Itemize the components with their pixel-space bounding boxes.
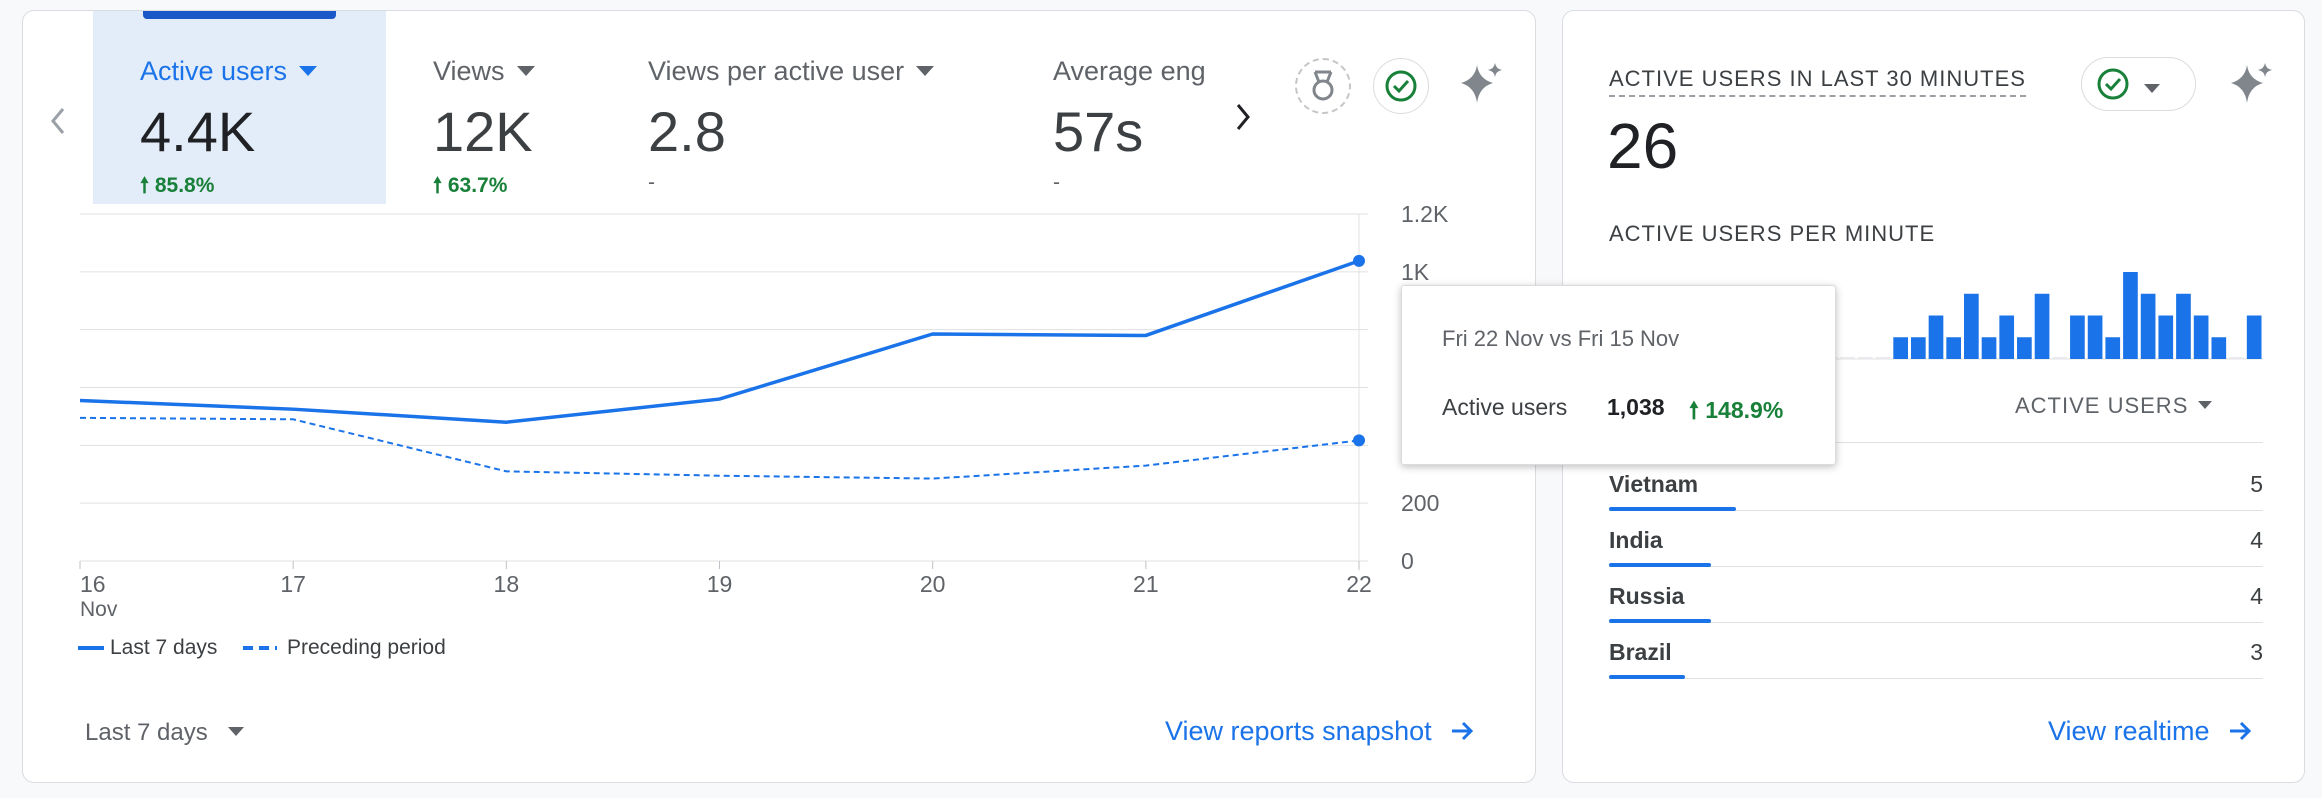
- country-value: 5: [2250, 471, 2263, 497]
- minute-bar[interactable]: [2176, 293, 2191, 359]
- country-value: 4: [2250, 583, 2263, 609]
- tooltip-delta: 🠕 148.9%: [1689, 397, 1784, 423]
- minute-bar[interactable]: [2105, 337, 2121, 359]
- tooltip-value: 1,038: [1607, 394, 1665, 420]
- x-tick-label: 16: [80, 571, 106, 597]
- country-value: 3: [2250, 639, 2263, 665]
- y-tick-label: 0: [1401, 548, 1414, 574]
- caret-down-icon: [227, 727, 244, 737]
- caret-down-icon: [2198, 401, 2213, 410]
- minute-bar[interactable]: [2246, 315, 2262, 360]
- x-tick-label: 21: [1133, 571, 1159, 597]
- minute-bar[interactable]: [1981, 337, 1997, 359]
- minute-bar[interactable]: [1999, 315, 2015, 360]
- minute-bar[interactable]: [2034, 293, 2050, 359]
- minute-bar[interactable]: [2140, 293, 2156, 359]
- series-preceding-period-line: [79, 416, 1360, 480]
- country-share-bar: [1609, 563, 1711, 567]
- minute-bar[interactable]: [2158, 315, 2174, 360]
- realtime-value: 26: [1607, 110, 1679, 182]
- sparkle-icon: [2231, 63, 2272, 103]
- per-minute-title: ACTIVE USERS PER MINUTE: [1609, 221, 1936, 246]
- country-value: 4: [2250, 527, 2263, 553]
- minute-bar[interactable]: [2193, 315, 2209, 360]
- overview-card: Active users 4.4K 🠕 85.8% Views 12K 🠕 63…: [22, 10, 1536, 783]
- minute-bar[interactable]: [2017, 337, 2032, 359]
- minute-bar[interactable]: [2087, 315, 2103, 360]
- country-name: India: [1609, 527, 1663, 553]
- arrow-up-icon: 🠕: [1689, 397, 1699, 423]
- x-tick-label: 20: [920, 571, 946, 597]
- x-tick-label: 22: [1346, 571, 1372, 597]
- country-share-bar: [1609, 619, 1711, 623]
- country-name: Russia: [1609, 583, 1685, 609]
- minute-bar[interactable]: [2052, 357, 2068, 359]
- minute-bar[interactable]: [1910, 337, 1926, 359]
- tooltip-metric: Active users: [1442, 394, 1568, 420]
- verified-check-icon: [2097, 68, 2129, 100]
- minute-bar[interactable]: [1964, 293, 1979, 359]
- minute-bar[interactable]: [1840, 357, 1855, 359]
- data-point: [1353, 434, 1365, 447]
- realtime-status-dropdown[interactable]: [2081, 57, 2196, 111]
- country-name: Vietnam: [1609, 471, 1699, 497]
- ai-insights-button[interactable]: [2225, 59, 2277, 111]
- arrow-right-icon: [1452, 721, 1474, 740]
- x-tick-sublabel: Nov: [80, 598, 118, 621]
- active-users-column-header[interactable]: ACTIVE USERS: [2015, 393, 2213, 419]
- legend-dashed-line-icon: [243, 646, 277, 650]
- row-divider: [1609, 678, 2263, 679]
- view-realtime-link[interactable]: View realtime: [2048, 716, 2253, 747]
- view-reports-snapshot-link[interactable]: View reports snapshot: [1165, 716, 1475, 747]
- y-tick-label: 1.2K: [1401, 201, 1449, 227]
- minute-bar[interactable]: [1946, 337, 1962, 359]
- legend-solid-line-icon: [78, 646, 104, 650]
- y-tick-label: 200: [1401, 490, 1439, 516]
- x-tick-label: 18: [494, 571, 520, 597]
- date-range-select[interactable]: Last 7 days: [85, 719, 244, 747]
- minute-bar[interactable]: [1857, 357, 1873, 359]
- line-chart: 02004006008001K1.2K16171819202122Nov: [79, 201, 1449, 621]
- country-share-bar: [1609, 675, 1686, 679]
- country-share-bar: [1609, 507, 1736, 511]
- minute-bar[interactable]: [2211, 337, 2227, 359]
- minute-bar[interactable]: [1893, 337, 1908, 359]
- minute-bar[interactable]: [1875, 357, 1891, 359]
- minute-bar[interactable]: [2229, 357, 2244, 359]
- country-name: Brazil: [1609, 639, 1672, 665]
- x-tick-label: 17: [280, 571, 306, 597]
- y-tick-label: 1K: [1401, 259, 1430, 285]
- realtime-title[interactable]: ACTIVE USERS IN LAST 30 MINUTES: [1609, 66, 2026, 97]
- minute-bar[interactable]: [2123, 272, 2138, 359]
- chart-tooltip: Fri 22 Nov vs Fri 15 Nov Active users 1,…: [1401, 285, 1836, 465]
- arrow-right-icon: [2230, 721, 2252, 740]
- minute-bar[interactable]: [2070, 315, 2085, 360]
- series-last-7-days-line: [79, 259, 1360, 424]
- tooltip-title: Fri 22 Nov vs Fri 15 Nov: [1442, 326, 1680, 351]
- minute-bar[interactable]: [1928, 315, 1944, 360]
- x-tick-label: 19: [707, 571, 733, 597]
- data-point: [1353, 254, 1365, 267]
- caret-down-icon: [2144, 84, 2160, 94]
